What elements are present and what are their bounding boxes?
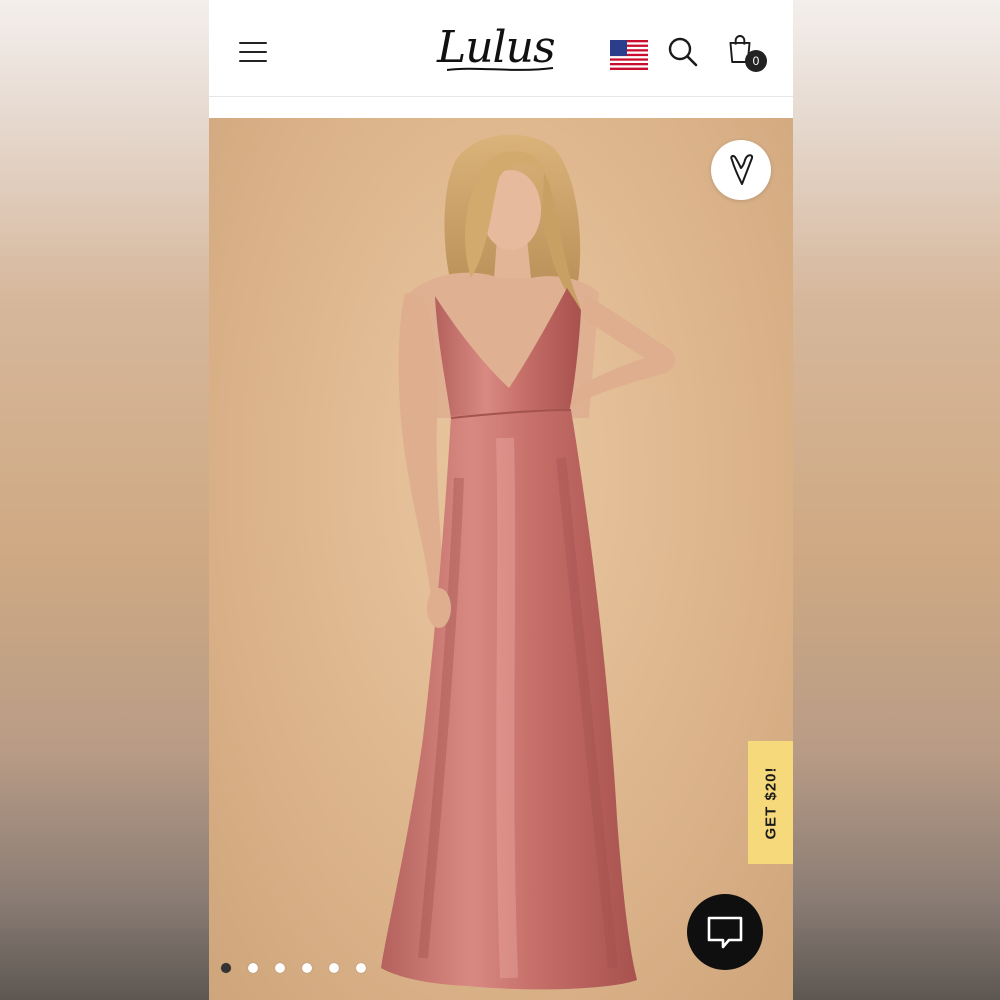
product-image-carousel[interactable]: GET $20!: [209, 118, 793, 1000]
phone-screen: Lulus 0 GET $20!: [209, 0, 793, 1000]
promo-label: GET $20!: [762, 765, 779, 840]
favorite-button[interactable]: [711, 140, 771, 200]
carousel-dot-6[interactable]: [356, 963, 366, 973]
carousel-dot-4[interactable]: [302, 963, 312, 973]
chat-button[interactable]: [687, 894, 763, 970]
menu-line-2: [239, 51, 267, 53]
site-header: Lulus 0: [209, 0, 793, 97]
carousel-dot-3[interactable]: [275, 963, 285, 973]
us-flag-icon[interactable]: [610, 40, 648, 70]
logo-swash: [446, 67, 554, 71]
heart-icon: [730, 154, 754, 185]
carousel-dot-5[interactable]: [329, 963, 339, 973]
hamburger-menu-button[interactable]: [237, 38, 269, 66]
carousel-dot-1[interactable]: [221, 963, 231, 973]
carousel-dots: [221, 963, 366, 977]
carousel-dot-2[interactable]: [248, 963, 258, 973]
chat-bubble-icon: [707, 916, 743, 949]
menu-line-1: [239, 42, 267, 44]
shopping-bag-button[interactable]: 0: [727, 34, 775, 74]
menu-line-3: [239, 60, 267, 62]
product-photo: [381, 134, 676, 990]
search-icon[interactable]: [667, 36, 699, 68]
get-20-promo-tab[interactable]: GET $20!: [748, 741, 793, 864]
cart-count-badge: 0: [745, 50, 767, 72]
